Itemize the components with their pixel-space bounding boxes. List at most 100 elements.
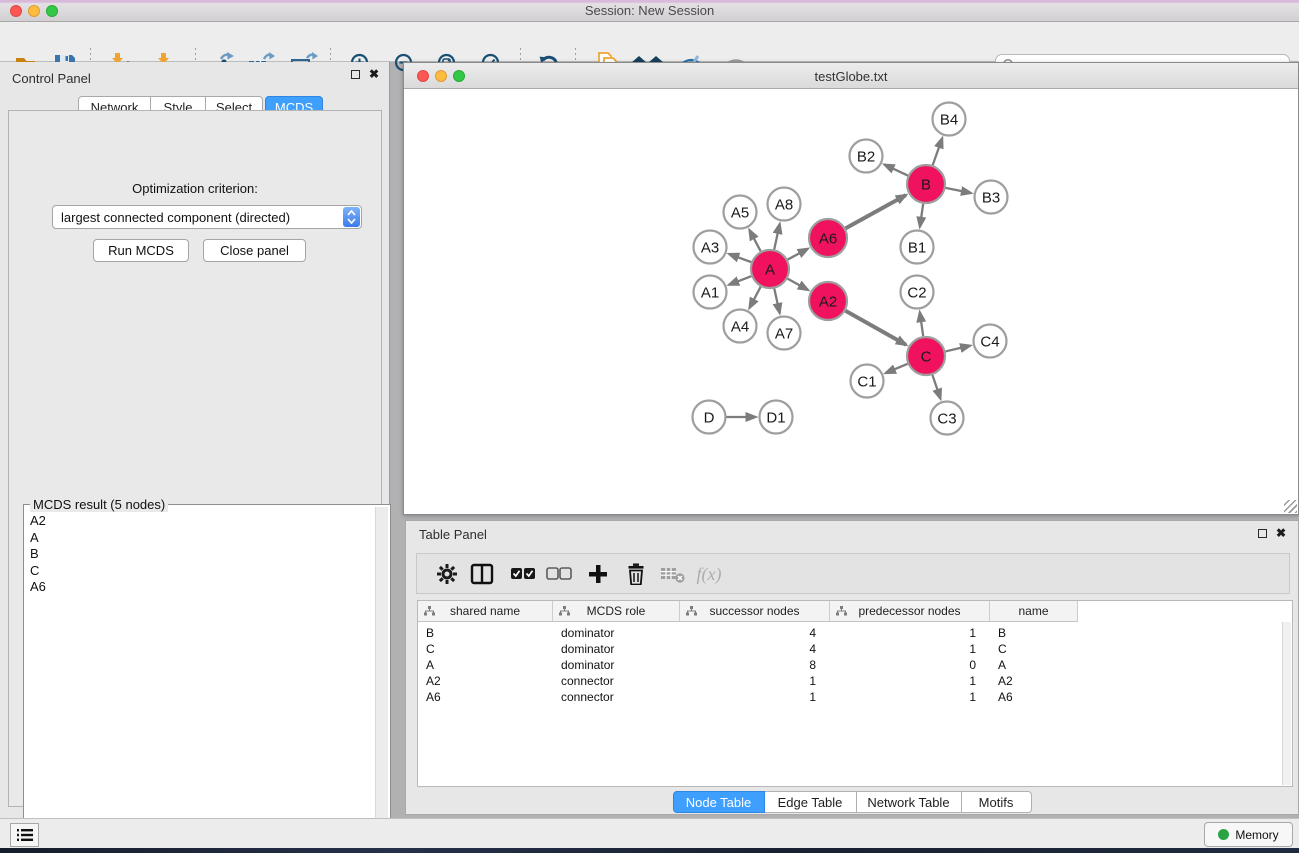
- application-window: Session: New Session: [0, 0, 1299, 853]
- table-cell: A2: [418, 674, 553, 688]
- edge-A-A3[interactable]: [729, 254, 751, 262]
- column-header-name[interactable]: name: [990, 601, 1078, 622]
- table-cell: 1: [830, 674, 990, 688]
- edge-B-B2[interactable]: [885, 165, 908, 176]
- graph-node-A5[interactable]: A5: [724, 196, 757, 229]
- table-panel-tabs: Node TableEdge TableNetwork TableMotifs: [406, 791, 1298, 813]
- svg-text:A: A: [765, 261, 775, 278]
- graph-node-C4[interactable]: C4: [974, 325, 1007, 358]
- table-settings-button[interactable]: [429, 557, 465, 591]
- show-columns-button[interactable]: [464, 557, 500, 591]
- graph-node-A7[interactable]: A7: [768, 317, 801, 350]
- graph-node-B2[interactable]: B2: [850, 140, 883, 173]
- float-panel-icon[interactable]: [351, 70, 360, 79]
- graph-node-C[interactable]: C: [907, 337, 945, 375]
- list-icon: [17, 828, 33, 842]
- table-scrollbar[interactable]: [1282, 622, 1291, 785]
- result-item[interactable]: A6: [30, 579, 374, 596]
- table-row[interactable]: Cdominator41C: [418, 641, 1292, 657]
- tab-node-table[interactable]: Node Table: [673, 791, 765, 813]
- desktop-edge: [0, 848, 1299, 853]
- edge-C-C3[interactable]: [932, 375, 940, 399]
- network-canvas[interactable]: A A1 A2 A3 A4 A5 A6 A7 A8 B B1 B2 B3 B4 C C1 C2 C3 C4 D D1: [405, 89, 1297, 513]
- graph-node-B3[interactable]: B3: [975, 181, 1008, 214]
- fx-icon: f(x): [697, 564, 722, 585]
- edge-A-A7[interactable]: [774, 289, 779, 313]
- close-panel-icon[interactable]: ✖: [369, 69, 379, 79]
- table-cell: C: [418, 642, 553, 656]
- criterion-select[interactable]: largest connected component (directed): [52, 205, 362, 229]
- result-item[interactable]: A: [30, 530, 374, 547]
- result-item[interactable]: B: [30, 546, 374, 563]
- hierarchy-icon: [836, 606, 847, 616]
- edge-A-A2[interactable]: [788, 279, 808, 290]
- edge-A-A6[interactable]: [788, 249, 808, 260]
- memory-button[interactable]: Memory: [1204, 822, 1293, 847]
- table-panel: Table Panel ✖: [405, 520, 1299, 815]
- add-column-button[interactable]: [580, 557, 616, 591]
- edge-A-A1[interactable]: [729, 276, 751, 285]
- graph-node-A4[interactable]: A4: [724, 310, 757, 343]
- close-panel-button[interactable]: Close panel: [203, 239, 306, 262]
- edge-C-C1[interactable]: [886, 364, 908, 373]
- edge-A-A5[interactable]: [750, 230, 761, 251]
- column-header-MCDS-role[interactable]: MCDS role: [553, 601, 680, 622]
- table-cell: 1: [830, 626, 990, 640]
- table-row[interactable]: A2connector11A2: [418, 673, 1292, 689]
- task-history-button[interactable]: [10, 823, 39, 847]
- graph-node-C2[interactable]: C2: [901, 276, 934, 309]
- criterion-value: largest connected component (directed): [61, 210, 290, 225]
- table-cell: A2: [990, 674, 1078, 688]
- table-cell: 4: [680, 642, 830, 656]
- table-row[interactable]: A6connector11A6: [418, 689, 1292, 705]
- edge-C-C2[interactable]: [920, 312, 923, 336]
- result-item[interactable]: A2: [30, 513, 374, 530]
- edge-A2-C[interactable]: [845, 311, 906, 345]
- deselect-all-icon: [546, 567, 572, 581]
- edge-C-C4[interactable]: [945, 346, 970, 352]
- svg-text:D1: D1: [766, 409, 785, 426]
- window-resize-handle[interactable]: [1284, 500, 1297, 513]
- edge-A-A4[interactable]: [750, 287, 761, 308]
- tab-motifs[interactable]: Motifs: [962, 791, 1032, 813]
- edge-B-B1[interactable]: [920, 204, 923, 227]
- tab-network-table[interactable]: Network Table: [857, 791, 962, 813]
- delete-column-button[interactable]: [618, 557, 654, 591]
- graph-node-C3[interactable]: C3: [931, 402, 964, 435]
- select-all-icon: [510, 567, 536, 581]
- graph-node-B1[interactable]: B1: [901, 231, 934, 264]
- edge-A-A8[interactable]: [774, 224, 779, 249]
- result-scrollbar[interactable]: [375, 507, 388, 847]
- edge-A6-B[interactable]: [846, 195, 906, 228]
- table-cell: connector: [553, 674, 680, 688]
- graph-node-A1[interactable]: A1: [694, 276, 727, 309]
- result-item[interactable]: C: [30, 563, 374, 580]
- table-row[interactable]: Adominator80A: [418, 657, 1292, 673]
- graph-node-A3[interactable]: A3: [694, 231, 727, 264]
- graph-node-C1[interactable]: C1: [851, 365, 884, 398]
- graph-node-A2[interactable]: A2: [809, 282, 847, 320]
- table-cell: connector: [553, 690, 680, 704]
- graph-node-B[interactable]: B: [907, 165, 945, 203]
- graph-node-B4[interactable]: B4: [933, 103, 966, 136]
- float-panel-icon[interactable]: [1258, 529, 1267, 538]
- table-toolbar: f(x): [416, 553, 1290, 594]
- deselect-all-rows-button[interactable]: [541, 557, 577, 591]
- graph-node-A[interactable]: A: [751, 250, 789, 288]
- graph-node-D1[interactable]: D1: [760, 401, 793, 434]
- edge-B-B3[interactable]: [946, 188, 971, 193]
- close-panel-icon[interactable]: ✖: [1276, 528, 1286, 538]
- select-all-rows-button[interactable]: [505, 557, 541, 591]
- tab-edge-table[interactable]: Edge Table: [765, 791, 857, 813]
- table-cell: 4: [680, 626, 830, 640]
- graph-node-A8[interactable]: A8: [768, 188, 801, 221]
- edge-B-B4[interactable]: [933, 138, 942, 165]
- run-mcds-button[interactable]: Run MCDS: [93, 239, 189, 262]
- column-header-shared-name[interactable]: shared name: [418, 601, 553, 622]
- graph-node-D[interactable]: D: [693, 401, 726, 434]
- table-row[interactable]: Bdominator41B: [418, 625, 1292, 641]
- column-header-successor-nodes[interactable]: successor nodes: [680, 601, 830, 622]
- column-header-predecessor-nodes[interactable]: predecessor nodes: [830, 601, 990, 622]
- graph-node-A6[interactable]: A6: [809, 219, 847, 257]
- svg-text:C4: C4: [980, 333, 999, 350]
